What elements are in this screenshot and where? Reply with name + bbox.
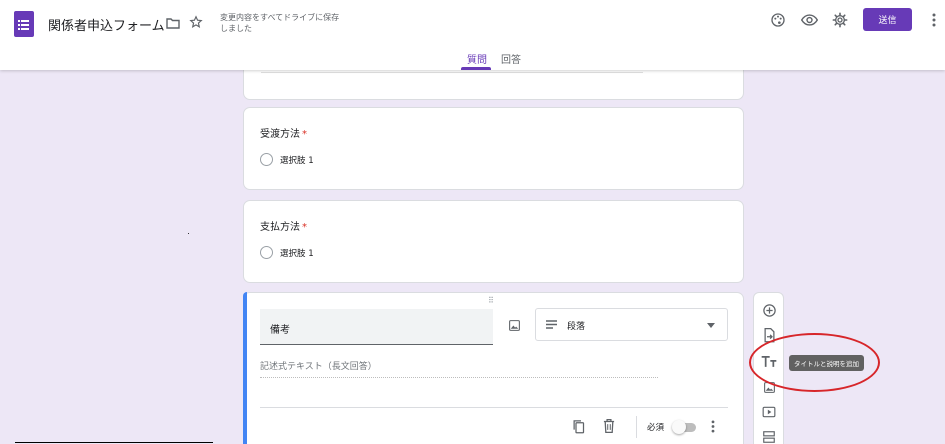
palette-icon[interactable] [767, 9, 789, 31]
card-divider [260, 407, 728, 408]
more-vert-icon[interactable] [923, 9, 945, 31]
option-label: 選択肢 1 [280, 155, 314, 166]
annotation-circle [749, 333, 880, 392]
question-title-text: 支払方法 [260, 222, 300, 233]
add-circle-icon[interactable] [759, 300, 779, 320]
required-mark: * [302, 222, 307, 233]
active-tab-indicator [461, 67, 491, 70]
toggle-knob [672, 420, 686, 434]
option-label: 選択肢 1 [280, 248, 314, 259]
question-title-text: 受渡方法 [260, 129, 300, 140]
tab-questions[interactable]: 質問 [467, 51, 487, 66]
video-icon[interactable] [759, 402, 779, 422]
section-icon[interactable] [759, 427, 779, 444]
eye-icon[interactable] [798, 9, 820, 31]
question-title-input[interactable]: 備考 [260, 309, 493, 345]
question-type-select[interactable]: 段落 [535, 308, 728, 341]
question-type-label: 段落 [567, 322, 586, 332]
footer-separator [636, 416, 637, 438]
app-header: 関係者申込フォーム 変更内容をすべてドライブに保存しました 送信 質問 回答 [0, 0, 945, 70]
more-vert-icon[interactable] [704, 417, 722, 435]
send-button[interactable]: 送信 [863, 8, 912, 31]
tab-responses[interactable]: 回答 [501, 51, 521, 66]
option-row: 選択肢 1 [260, 153, 314, 166]
question-card[interactable]: 受渡方法 * 選択肢 1 [243, 107, 744, 190]
form-title[interactable]: 関係者申込フォーム [48, 15, 165, 34]
question-card[interactable]: 支払方法 * 選択肢 1 [243, 200, 744, 283]
question-title: 受渡方法 * [260, 125, 307, 140]
chevron-down-icon [707, 323, 715, 328]
option-row: 選択肢 1 [260, 246, 314, 259]
required-label: 必須 [647, 423, 665, 433]
forms-app-icon[interactable] [14, 11, 34, 37]
save-status: 変更内容をすべてドライブに保存しました [220, 13, 340, 33]
radio-button[interactable] [260, 153, 273, 166]
copy-icon[interactable] [569, 417, 587, 435]
stray-dot [188, 233, 189, 234]
question-title: 支払方法 * [260, 218, 307, 233]
add-image-icon[interactable] [505, 316, 523, 334]
answer-placeholder: 記述式テキスト（長文回答） [260, 359, 658, 378]
answer-line [261, 72, 643, 73]
required-toggle[interactable] [672, 420, 698, 434]
active-indicator-bar [243, 292, 247, 444]
drag-handle-icon[interactable]: ⠿ [488, 296, 495, 305]
paragraph-type-icon [546, 320, 557, 329]
question-title-value: 備考 [270, 325, 290, 336]
divider-line [15, 442, 213, 443]
gear-icon[interactable] [829, 9, 851, 31]
star-icon[interactable] [185, 11, 207, 33]
folder-icon[interactable] [162, 12, 184, 34]
required-mark: * [302, 129, 307, 140]
trash-icon[interactable] [600, 417, 618, 435]
radio-button[interactable] [260, 246, 273, 259]
